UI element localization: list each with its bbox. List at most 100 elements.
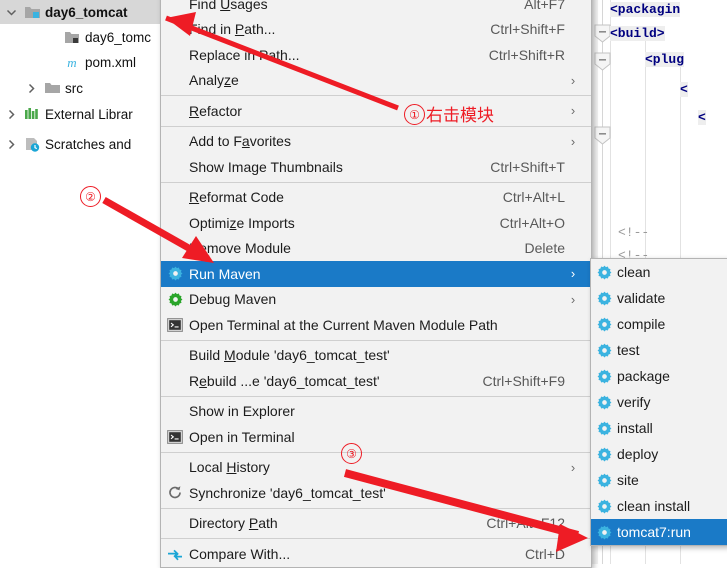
code-line: <build> xyxy=(610,26,665,41)
menu-item-shortcut: Delete xyxy=(524,240,565,257)
menu-item-label: Find in Path... xyxy=(189,21,276,38)
library-icon xyxy=(24,107,40,121)
menu-item-label: Add to Favorites xyxy=(189,133,291,150)
menu-item-label: Open Terminal at the Current Maven Modul… xyxy=(189,316,498,333)
menu-item-shortcut: Ctrl+Shift+T xyxy=(490,158,565,175)
menu-separator xyxy=(161,395,591,397)
tree-item-label: day6_tomc xyxy=(85,29,152,45)
tree-item-1[interactable]: day6_tomc xyxy=(0,25,176,49)
tree-item-4[interactable]: External Librar xyxy=(0,102,176,126)
menu-item-label: Debug Maven xyxy=(189,291,277,308)
menu-item-label: Analyze xyxy=(189,72,239,89)
maven-gear-blue-icon xyxy=(597,499,612,514)
maven-goal-validate[interactable]: validate xyxy=(591,285,727,311)
maven-gear-blue-icon xyxy=(591,317,617,332)
menu-item-remove-module[interactable]: Remove Module Delete xyxy=(161,236,591,262)
menu-item-synchronize-day6-tomcat-test[interactable]: Synchronize 'day6_tomcat_test' xyxy=(161,480,591,506)
maven-goal-label: clean xyxy=(617,264,651,280)
maven-goal-package[interactable]: package xyxy=(591,363,727,389)
menu-item-refactor[interactable]: Refactor › xyxy=(161,98,591,124)
module-folder-icon xyxy=(22,5,42,20)
maven-goal-tomcat7-run[interactable]: tomcat7:run xyxy=(591,519,727,545)
menu-item-compare-with[interactable]: Compare With... Ctrl+D xyxy=(161,541,591,567)
run-maven-submenu[interactable]: clean validate compile test package verify ins… xyxy=(590,258,727,546)
menu-item-label: Refactor xyxy=(189,102,242,119)
menu-item-show-in-explorer[interactable]: Show in Explorer xyxy=(161,399,591,425)
menu-separator xyxy=(161,451,591,453)
tree-item-label: External Librar xyxy=(45,106,133,122)
menu-item-reformat-code[interactable]: Reformat Code Ctrl+Alt+L xyxy=(161,185,591,211)
tree-item-2[interactable]: m pom.xml xyxy=(0,50,176,74)
maven-goal-clean[interactable]: clean xyxy=(591,259,727,285)
tree-item-5[interactable]: Scratches and xyxy=(0,132,176,156)
maven-goal-compile[interactable]: compile xyxy=(591,311,727,337)
folder-icon xyxy=(42,81,62,95)
fold-marker-icon[interactable] xyxy=(594,52,611,72)
tree-item-0[interactable]: day6_tomcat xyxy=(0,0,160,24)
module-folder-icon xyxy=(24,5,41,20)
menu-item-find-in-path[interactable]: Find in Path... Ctrl+Shift+F xyxy=(161,17,591,43)
menu-item-label: Compare With... xyxy=(189,545,291,562)
menu-item-directory-path[interactable]: Directory Path Ctrl+Alt+F12 xyxy=(161,511,591,537)
maven-goal-site[interactable]: site xyxy=(591,467,727,493)
code-line: <plug xyxy=(645,52,685,67)
menu-item-open-in-terminal[interactable]: Open in Terminal xyxy=(161,424,591,450)
menu-item-label: Find Usages xyxy=(189,0,268,12)
chevron-right-icon[interactable] xyxy=(0,139,22,150)
sync-icon xyxy=(167,485,183,500)
maven-gear-blue-icon xyxy=(591,421,617,436)
project-tree-panel[interactable]: day6_tomcat day6_tomc m pom.xml src External … xyxy=(0,0,176,564)
maven-goal-label: test xyxy=(617,342,640,358)
menu-item-debug-maven[interactable]: Debug Maven › xyxy=(161,287,591,313)
maven-goal-label: install xyxy=(617,420,653,436)
chevron-right-icon[interactable] xyxy=(0,109,22,120)
context-menu[interactable]: Find Usages Alt+F7 Find in Path... Ctrl+Shi… xyxy=(160,0,592,568)
menu-item-show-image-thumbnails[interactable]: Show Image Thumbnails Ctrl+Shift+T xyxy=(161,154,591,180)
maven-goal-label: clean install xyxy=(617,498,691,514)
menu-item-shortcut: Ctrl+Shift+F xyxy=(490,21,565,38)
maven-goal-clean-install[interactable]: clean install xyxy=(591,493,727,519)
menu-item-find-usages[interactable]: Find Usages Alt+F7 xyxy=(161,0,591,17)
menu-item-replace-in-path[interactable]: Replace in Path... Ctrl+Shift+R xyxy=(161,42,591,68)
chevron-right-icon: › xyxy=(570,103,576,119)
menu-item-label: Show in Explorer xyxy=(189,403,295,420)
maven-goal-install[interactable]: install xyxy=(591,415,727,441)
chevron-right-icon: › xyxy=(570,72,576,88)
maven-gear-blue-icon xyxy=(591,499,617,514)
menu-item-shortcut: Ctrl+D xyxy=(524,545,565,562)
maven-goal-test[interactable]: test xyxy=(591,337,727,363)
menu-item-local-history[interactable]: Local History › xyxy=(161,455,591,481)
maven-gear-blue-icon xyxy=(591,369,617,384)
maven-goal-label: deploy xyxy=(617,446,659,462)
maven-m-icon: m xyxy=(64,55,80,70)
chevron-right-icon[interactable] xyxy=(20,83,42,94)
menu-separator xyxy=(161,507,591,509)
menu-item-run-maven[interactable]: Run Maven › xyxy=(161,261,591,287)
maven-gear-blue-icon xyxy=(591,265,617,280)
scratches-icon xyxy=(22,137,42,152)
menu-item-label: Reformat Code xyxy=(189,189,284,206)
menu-item-rebuild-e-day6-tomcat-test[interactable]: Rebuild ...e 'day6_tomcat_test' Ctrl+Shif… xyxy=(161,368,591,394)
maven-gear-blue-icon xyxy=(597,343,612,358)
chevron-down-icon[interactable] xyxy=(0,7,22,18)
chevron-right-icon: › xyxy=(570,459,576,475)
chevron-right-icon: › xyxy=(570,266,576,282)
code-line: <packagin xyxy=(610,2,681,17)
fold-marker-icon[interactable] xyxy=(594,24,611,44)
maven-goal-verify[interactable]: verify xyxy=(591,389,727,415)
maven-gear-blue-icon xyxy=(168,266,183,281)
menu-item-add-to-favorites[interactable]: Add to Favorites › xyxy=(161,129,591,155)
menu-item-label: Show Image Thumbnails xyxy=(189,158,343,175)
menu-item-optimize-imports[interactable]: Optimize Imports Ctrl+Alt+O xyxy=(161,210,591,236)
fold-marker-icon[interactable] xyxy=(594,126,611,146)
maven-goal-label: compile xyxy=(617,316,666,332)
tree-item-3[interactable]: src xyxy=(0,76,176,100)
menu-item-build-module-day6-tomcat-test[interactable]: Build Module 'day6_tomcat_test' xyxy=(161,343,591,369)
menu-item-label: Optimize Imports xyxy=(189,214,295,231)
menu-item-open-terminal-at-the-current-maven-module-path[interactable]: Open Terminal at the Current Maven Modul… xyxy=(161,312,591,338)
menu-item-analyze[interactable]: Analyze › xyxy=(161,68,591,94)
maven-gear-blue-icon xyxy=(597,291,612,306)
menu-item-label: Build Module 'day6_tomcat_test' xyxy=(189,347,390,364)
maven-goal-deploy[interactable]: deploy xyxy=(591,441,727,467)
menu-item-shortcut: Ctrl+Shift+F9 xyxy=(482,372,565,389)
